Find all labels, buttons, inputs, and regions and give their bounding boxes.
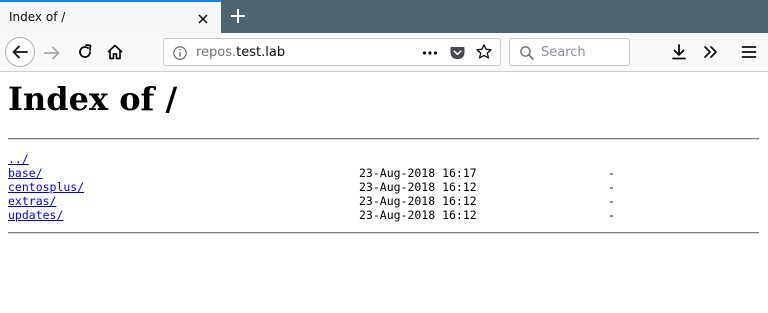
search-placeholder: Search: [541, 45, 586, 60]
plus-icon[interactable]: [228, 6, 248, 26]
url-text: repos.test.lab: [196, 45, 285, 60]
back-button[interactable]: [5, 37, 35, 67]
tab-strip: Index of /: [0, 0, 768, 33]
magnifier-icon: [519, 45, 535, 65]
url-prefix: repos.: [196, 45, 237, 60]
close-icon[interactable]: [196, 11, 210, 25]
list-item: centosplus/ 23-Aug-2018 16:12 -: [8, 180, 760, 194]
divider-top: [8, 138, 759, 140]
entry-link[interactable]: extras/: [8, 194, 56, 208]
entry-size: -: [608, 208, 615, 222]
home-icon[interactable]: [105, 42, 125, 66]
directory-listing: ../ base/ 23-Aug-2018 16:17 - centosplus…: [8, 152, 760, 222]
navigation-toolbar: repos.test.lab Search: [0, 33, 768, 72]
entry-link-parent[interactable]: ../: [8, 152, 29, 166]
entry-date: 23-Aug-2018 16:12: [359, 180, 477, 194]
list-item: base/ 23-Aug-2018 16:17 -: [8, 166, 760, 180]
arrow-left-icon: [12, 45, 28, 59]
ellipsis-icon[interactable]: [421, 45, 439, 65]
entry-date: 23-Aug-2018 16:12: [359, 194, 477, 208]
url-bar[interactable]: repos.test.lab: [163, 38, 501, 66]
entry-date: 23-Aug-2018 16:17: [359, 166, 477, 180]
entry-size: -: [608, 180, 615, 194]
list-item: updates/ 23-Aug-2018 16:12 -: [8, 208, 760, 222]
entry-date: 23-Aug-2018 16:12: [359, 208, 477, 222]
list-item: extras/ 23-Aug-2018 16:12 -: [8, 194, 760, 208]
list-item: ../: [8, 152, 760, 166]
search-input[interactable]: Search: [509, 38, 630, 66]
reload-icon[interactable]: [75, 42, 95, 66]
entry-link[interactable]: updates/: [8, 208, 63, 222]
download-icon[interactable]: [669, 42, 689, 66]
entry-link[interactable]: base/: [8, 166, 43, 180]
star-icon[interactable]: [475, 43, 493, 65]
url-host: test.lab: [236, 45, 286, 60]
entry-size: -: [608, 194, 615, 208]
entry-size: -: [608, 166, 615, 180]
divider-bottom: [8, 232, 759, 234]
page-title: Index of /: [8, 80, 178, 118]
double-chevron-icon[interactable]: [701, 42, 721, 66]
entry-link[interactable]: centosplus/: [8, 180, 84, 194]
arrow-right-icon[interactable]: [42, 43, 62, 67]
tab-title: Index of /: [9, 10, 66, 24]
hamburger-icon[interactable]: [739, 42, 759, 66]
pocket-icon[interactable]: [449, 44, 466, 65]
info-icon[interactable]: [172, 45, 188, 65]
tab-active[interactable]: Index of /: [0, 0, 221, 33]
